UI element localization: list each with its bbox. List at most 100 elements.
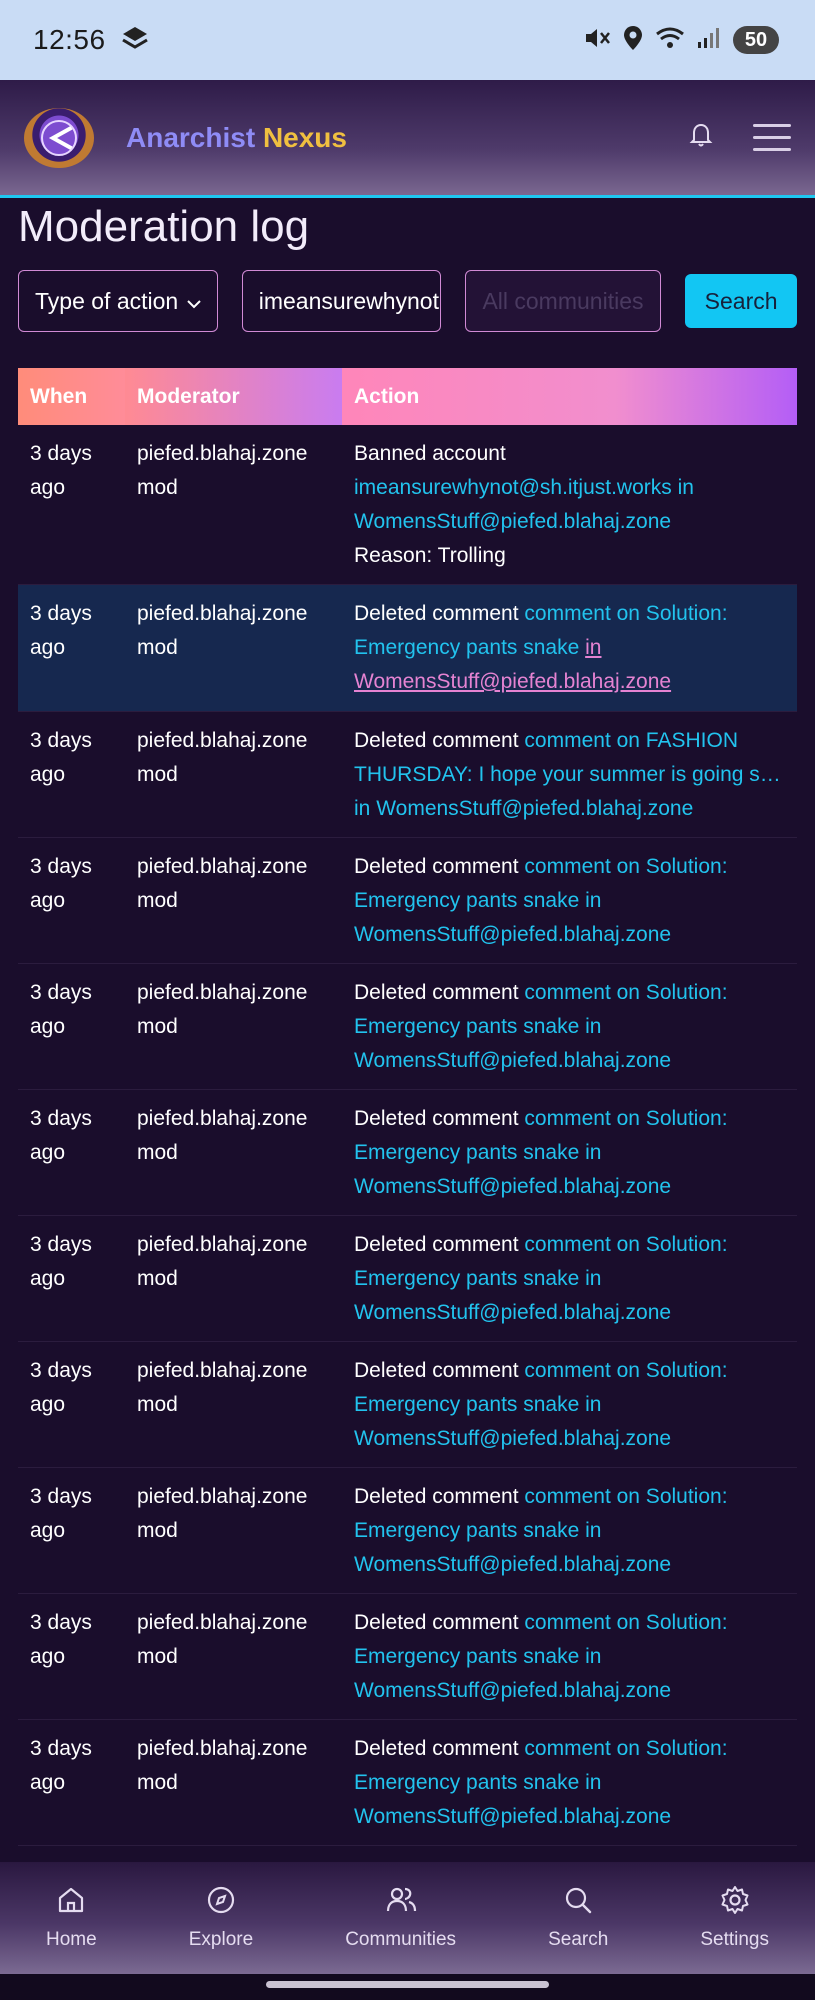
row-action: Deleted comment comment on Solution: Eme…: [342, 1720, 797, 1845]
site-logo[interactable]: [24, 107, 94, 168]
in-text: in: [585, 1141, 602, 1164]
action-type: Deleted comment: [354, 602, 519, 625]
home-icon: [56, 1885, 86, 1921]
compass-icon: [206, 1885, 236, 1921]
row-when: 3 days ago: [30, 1233, 92, 1290]
people-icon: [385, 1885, 417, 1921]
community-link[interactable]: WomensStuff@piefed.blahaj.zone: [354, 1679, 671, 1702]
row-moderator: piefed.blahaj.zone mod: [137, 855, 308, 912]
user-filter-input[interactable]: imeansurewhynot: [241, 270, 442, 332]
status-time: 12:56: [33, 24, 106, 55]
community-link[interactable]: WomensStuff@piefed.blahaj.zone: [354, 1175, 671, 1198]
in-text: in: [585, 1015, 602, 1038]
mute-icon: [583, 25, 611, 56]
table-row: 3 days ago piefed.blahaj.zone mod Delete…: [18, 712, 797, 838]
row-moderator: piefed.blahaj.zone mod: [137, 1611, 308, 1668]
row-moderator: piefed.blahaj.zone mod: [137, 602, 308, 659]
community-link[interactable]: WomensStuff@piefed.blahaj.zone: [354, 1301, 671, 1324]
nav-explore[interactable]: Explore: [189, 1885, 253, 1951]
row-when: 3 days ago: [30, 1107, 92, 1164]
row-when: 3 days ago: [30, 1737, 92, 1794]
battery-indicator: 50: [733, 26, 779, 54]
action-type-select[interactable]: Type of action: [18, 270, 218, 332]
table-row: 3 days ago piefed.blahaj.zone mod Banned…: [18, 425, 797, 585]
in-text: in: [585, 1771, 602, 1794]
in-text: in: [677, 476, 694, 499]
row-when: 3 days ago: [30, 1359, 92, 1416]
row-when: 3 days ago: [30, 602, 92, 659]
community-filter-input[interactable]: All communities: [465, 270, 662, 332]
column-header-moderator: Moderator: [125, 368, 342, 425]
bell-icon[interactable]: [689, 122, 713, 153]
in-text: in: [585, 889, 602, 912]
nav-settings[interactable]: Settings: [700, 1885, 769, 1951]
nav-communities[interactable]: Communities: [345, 1885, 456, 1951]
row-when: 3 days ago: [30, 442, 92, 499]
table-row: 3 days ago piefed.blahaj.zone mod Delete…: [18, 585, 797, 712]
home-indicator[interactable]: [266, 1981, 549, 1988]
row-action: Deleted comment comment on FASHION THURS…: [342, 712, 797, 837]
action-type: Deleted comment: [354, 1485, 519, 1508]
app-header: Anarchist Nexus: [0, 80, 815, 198]
row-action: Deleted comment comment on Solution: Eme…: [342, 964, 797, 1089]
target-link[interactable]: imeansurewhynot@sh.itjust.works: [354, 476, 672, 499]
table-row: 3 days ago piefed.blahaj.zone mod Delete…: [18, 964, 797, 1090]
column-header-action: Action: [342, 368, 797, 425]
menu-icon[interactable]: [753, 124, 791, 151]
table-row: 3 days ago piefed.blahaj.zone mod Delete…: [18, 1216, 797, 1342]
row-moderator: piefed.blahaj.zone mod: [137, 1359, 308, 1416]
table-row: 3 days ago piefed.blahaj.zone mod Delete…: [18, 1720, 797, 1846]
bottom-navigation: Home Explore Communities Search Settings: [0, 1862, 815, 1974]
main-content: Moderation log Type of action imeansurew…: [18, 198, 797, 1846]
community-link[interactable]: WomensStuff@piefed.blahaj.zone: [354, 923, 671, 946]
action-type: Deleted comment: [354, 1737, 519, 1760]
row-action: Deleted comment comment on Solution: Eme…: [342, 585, 797, 711]
nav-home[interactable]: Home: [46, 1885, 97, 1951]
row-when: 3 days ago: [30, 981, 92, 1038]
in-text: in: [585, 1267, 602, 1290]
community-link[interactable]: WomensStuff@piefed.blahaj.zone: [354, 1805, 671, 1828]
row-action: Deleted comment comment on Solution: Eme…: [342, 838, 797, 963]
search-icon: [563, 1885, 593, 1921]
in-text: in: [585, 1519, 602, 1542]
table-row: 3 days ago piefed.blahaj.zone mod Delete…: [18, 1090, 797, 1216]
action-type: Deleted comment: [354, 1233, 519, 1256]
column-header-when: When: [30, 384, 88, 408]
row-action: Deleted comment comment on Solution: Eme…: [342, 1594, 797, 1719]
row-action: Deleted comment comment on Solution: Eme…: [342, 1216, 797, 1341]
community-link[interactable]: WomensStuff@piefed.blahaj.zone: [376, 797, 693, 820]
nav-search[interactable]: Search: [548, 1885, 608, 1951]
row-moderator: piefed.blahaj.zone mod: [137, 1233, 308, 1290]
row-action: Deleted comment comment on Solution: Eme…: [342, 1468, 797, 1593]
chevron-down-icon: [187, 288, 201, 315]
in-text: in: [585, 636, 602, 659]
action-type: Deleted comment: [354, 855, 519, 878]
community-link[interactable]: WomensStuff@piefed.blahaj.zone: [354, 510, 671, 533]
table-row: 3 days ago piefed.blahaj.zone mod Delete…: [18, 1468, 797, 1594]
moderation-log-table: When Moderator Action 3 days ago piefed.…: [18, 368, 797, 1846]
in-text: in: [585, 1393, 602, 1416]
action-type: Banned account: [354, 442, 506, 465]
location-icon: [623, 25, 643, 56]
search-button[interactable]: Search: [685, 274, 797, 328]
action-type: Deleted comment: [354, 1107, 519, 1130]
community-link[interactable]: WomensStuff@piefed.blahaj.zone: [354, 670, 671, 693]
community-link[interactable]: WomensStuff@piefed.blahaj.zone: [354, 1427, 671, 1450]
row-when: 3 days ago: [30, 855, 92, 912]
in-text: in: [354, 797, 371, 820]
row-action: Banned account imeansurewhynot@sh.itjust…: [342, 425, 797, 584]
community-link[interactable]: WomensStuff@piefed.blahaj.zone: [354, 1049, 671, 1072]
page-title: Moderation log: [18, 202, 310, 251]
action-type: Deleted comment: [354, 1611, 519, 1634]
status-bar: 12:56 50: [0, 0, 815, 80]
row-moderator: piefed.blahaj.zone mod: [137, 1107, 308, 1164]
site-name[interactable]: Anarchist Nexus: [126, 122, 347, 154]
row-when: 3 days ago: [30, 1611, 92, 1668]
community-link[interactable]: WomensStuff@piefed.blahaj.zone: [354, 1553, 671, 1576]
row-when: 3 days ago: [30, 1485, 92, 1542]
app-notification-icon: [120, 24, 150, 57]
gear-icon: [720, 1885, 750, 1921]
wifi-icon: [655, 26, 685, 55]
action-type: Deleted comment: [354, 729, 519, 752]
table-row: 3 days ago piefed.blahaj.zone mod Delete…: [18, 1342, 797, 1468]
